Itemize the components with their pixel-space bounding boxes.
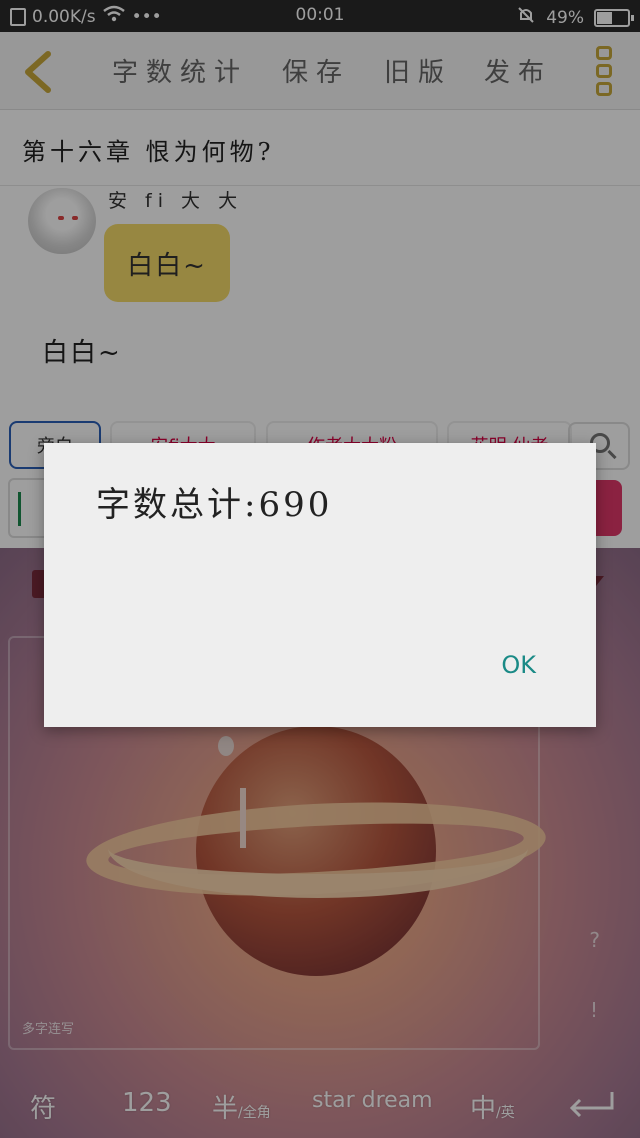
word-count-dialog: 字数总计:690 OK <box>44 443 596 727</box>
ok-button[interactable]: OK <box>501 651 536 679</box>
dialog-message: 字数总计:690 <box>96 485 333 525</box>
